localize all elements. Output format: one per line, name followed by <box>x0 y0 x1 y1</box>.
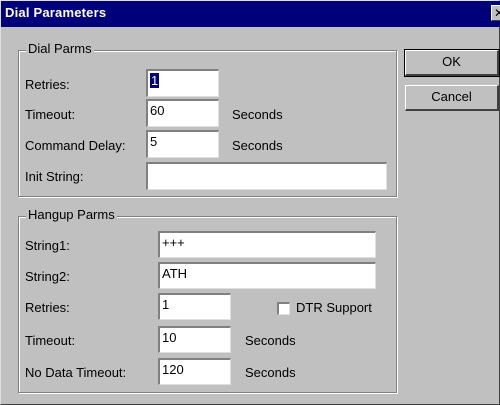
hangup-retries-value: 1 <box>162 297 170 312</box>
hangup-timeout-unit: Seconds <box>245 333 296 348</box>
dial-timeout-unit: Seconds <box>232 107 283 122</box>
title-bar[interactable]: Dial Parameters ✕ <box>1 1 500 27</box>
dial-timeout-input[interactable]: 60 <box>146 99 219 127</box>
string2-label: String2: <box>25 269 70 284</box>
string1-input[interactable]: +++ <box>158 231 376 258</box>
dial-retries-input[interactable]: 1 <box>146 69 219 97</box>
no-data-timeout-value: 120 <box>162 362 184 377</box>
hangup-timeout-input[interactable]: 10 <box>158 326 231 353</box>
init-string-input[interactable] <box>146 162 387 190</box>
hangup-retries-label: Retries: <box>25 300 70 315</box>
command-delay-label: Command Delay: <box>25 138 126 153</box>
dtr-support-checkbox[interactable] <box>277 302 290 315</box>
dial-retries-label: Retries: <box>25 77 70 92</box>
dial-parms-legend: Dial Parms <box>26 41 94 56</box>
dial-timeout-label: Timeout: <box>25 107 76 122</box>
no-data-timeout-unit: Seconds <box>245 365 296 380</box>
window-title: Dial Parameters <box>5 5 107 20</box>
dial-parameters-dialog: Dial Parameters ✕ Dial Parms Retries: 1 … <box>0 0 500 405</box>
hangup-retries-input[interactable]: 1 <box>158 293 231 320</box>
string2-input[interactable]: ATH <box>158 262 376 289</box>
ok-button[interactable]: OK <box>404 49 500 77</box>
no-data-timeout-input[interactable]: 120 <box>158 358 231 385</box>
dial-timeout-value: 60 <box>150 103 165 118</box>
string2-value: ATH <box>162 266 188 281</box>
command-delay-input[interactable]: 5 <box>146 130 219 158</box>
string1-label: String1: <box>25 238 70 253</box>
command-delay-value: 5 <box>150 134 158 149</box>
command-delay-unit: Seconds <box>232 138 283 153</box>
hangup-parms-legend: Hangup Parms <box>26 207 117 222</box>
string1-value: +++ <box>162 235 185 250</box>
init-string-label: Init String: <box>25 169 84 184</box>
no-data-timeout-label: No Data Timeout: <box>25 365 127 380</box>
cancel-button[interactable]: Cancel <box>405 85 499 111</box>
hangup-timeout-value: 10 <box>162 330 177 345</box>
dial-retries-value: 1 <box>150 73 160 88</box>
close-icon[interactable]: ✕ <box>491 5 500 21</box>
dtr-support-label[interactable]: DTR Support <box>296 300 372 315</box>
hangup-timeout-label: Timeout: <box>25 333 76 348</box>
